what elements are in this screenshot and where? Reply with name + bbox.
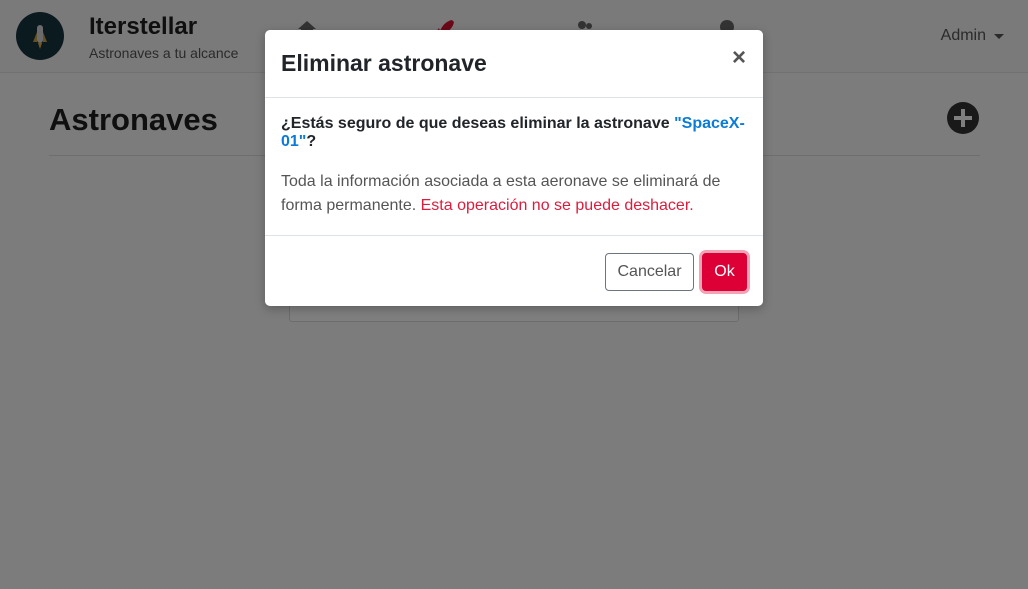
dialog-title: Eliminar astronave [281,50,487,76]
question-suffix: ? [306,133,317,150]
dialog-body: ¿Estás seguro de que deseas eliminar la … [281,115,747,218]
confirm-question: ¿Estás seguro de que deseas eliminar la … [281,115,747,151]
dialog-header: Eliminar astronave × [265,30,763,98]
warning-text: Esta operación no se puede deshacer. [420,197,694,214]
close-icon[interactable]: × [729,46,749,70]
info-paragraph: Toda la información asociada a esta aero… [281,170,747,218]
cancel-button[interactable]: Cancelar [605,253,694,291]
dialog-footer: Cancelar Ok [265,235,763,306]
delete-ship-dialog: Eliminar astronave × ¿Estás seguro de qu… [265,30,763,306]
ok-button[interactable]: Ok [702,253,747,291]
question-prefix: ¿Estás seguro de que deseas eliminar la … [281,115,675,132]
